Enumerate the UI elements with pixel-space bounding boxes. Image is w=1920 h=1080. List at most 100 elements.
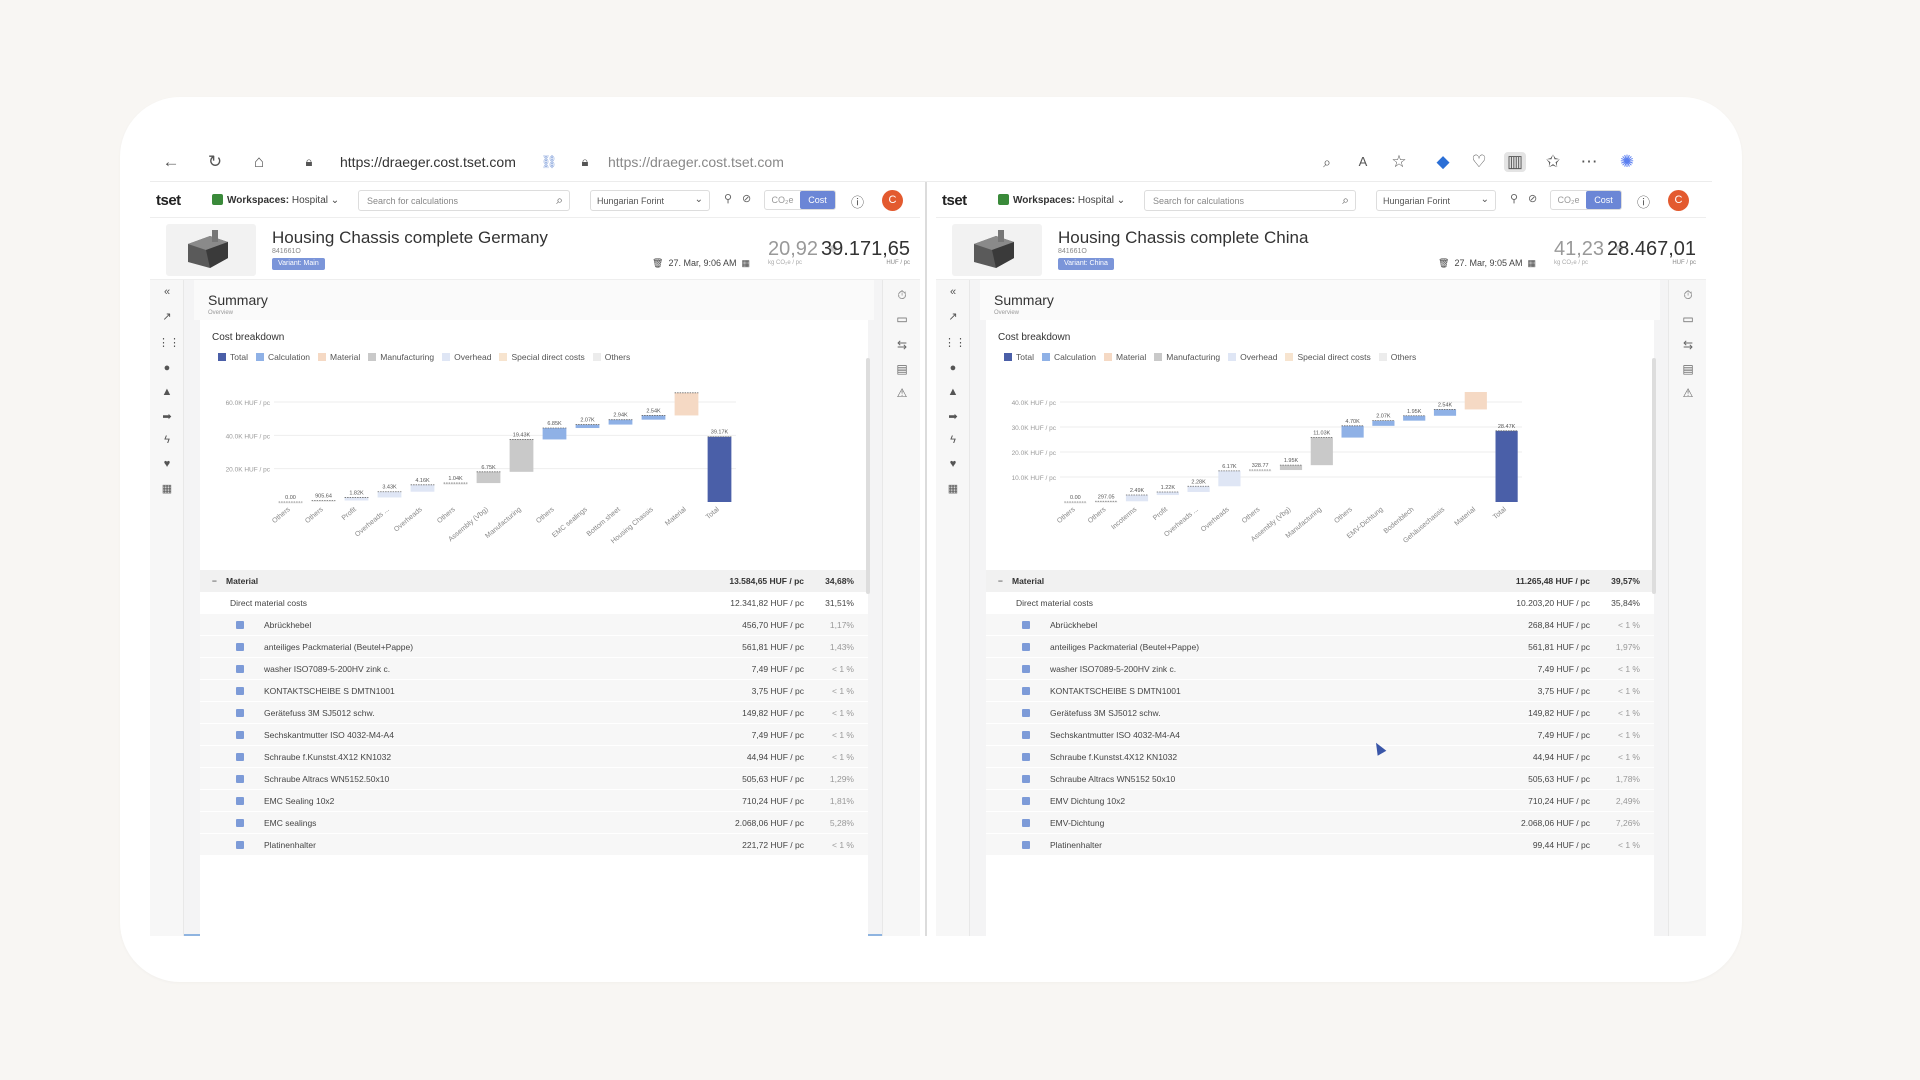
comment-icon[interactable]: ▭ xyxy=(1679,312,1697,326)
legend-item[interactable]: Special direct costs xyxy=(499,352,585,362)
flag-icon[interactable]: ⚲ xyxy=(724,192,732,205)
legend-item[interactable]: Overhead xyxy=(1228,352,1277,362)
legend-item[interactable]: Calculation xyxy=(1041,352,1096,362)
material-group-row[interactable]: − Material 13.584,65 HUF / pc 34,68% xyxy=(200,570,868,592)
legend-item[interactable]: Special direct costs xyxy=(1285,352,1371,362)
lightning-icon[interactable]: ϟ xyxy=(944,434,962,446)
address-bar-right[interactable]: https://draeger.cost.tset.com xyxy=(608,153,784,171)
collapse-toggle-icon[interactable]: − xyxy=(998,570,1003,592)
history-icon[interactable]: ⏱ xyxy=(1679,288,1697,303)
legend-item[interactable]: Total xyxy=(1004,352,1034,362)
grid-icon[interactable]: ⋮⋮ xyxy=(944,336,966,349)
document-icon[interactable]: ▤ xyxy=(1679,362,1697,376)
legend-item[interactable]: Overhead xyxy=(442,352,491,362)
help-icon[interactable]: ⓘ xyxy=(1637,192,1650,211)
material-item-row[interactable]: KONTAKTSCHEIBE S DMTN1001 3,75 HUF / pc < … xyxy=(200,680,868,702)
material-group-row[interactable]: − Material 11.265,48 HUF / pc 39,57% xyxy=(986,570,1654,592)
copilot-icon[interactable]: ✺ xyxy=(1616,152,1638,172)
direct-material-costs-row[interactable]: Direct material costs 12.341,82 HUF / pc 3… xyxy=(200,592,868,614)
warning-icon[interactable]: ⚠ xyxy=(1679,386,1697,400)
more-icon[interactable]: ⋯ xyxy=(1578,152,1600,172)
drop-icon[interactable]: ● xyxy=(158,362,176,374)
toggle-co2[interactable]: CO₂e xyxy=(1551,191,1586,209)
toggle-co2[interactable]: CO₂e xyxy=(765,191,800,209)
scrollbar[interactable] xyxy=(866,358,870,594)
legend-item[interactable]: Calculation xyxy=(255,352,310,362)
co2-cost-toggle[interactable]: CO₂e Cost xyxy=(1550,190,1622,210)
trend-icon[interactable]: ↗ xyxy=(944,310,962,323)
favorites-icon[interactable]: ✩ xyxy=(1542,152,1564,172)
material-item-row[interactable]: Sechskantmutter ISO 4032-M4-A4 7,49 HUF /… xyxy=(200,724,868,746)
app-logo[interactable]: tset xyxy=(156,192,181,209)
back-arrow-icon[interactable]: ← xyxy=(160,152,182,172)
search-icon[interactable]: ⌕ xyxy=(556,193,563,208)
material-item-row[interactable]: EMV Dichtung 10x2 710,24 HUF / pc 2,49% xyxy=(986,790,1654,812)
warning-icon[interactable]: ⚠ xyxy=(893,386,911,400)
material-item-row[interactable]: washer ISO7089-5-200HV zink c. 7,49 HUF /… xyxy=(200,658,868,680)
address-bar-left[interactable]: https://draeger.cost.tset.com xyxy=(340,153,516,171)
app-logo[interactable]: tset xyxy=(942,192,967,209)
scrollbar[interactable] xyxy=(1652,358,1656,594)
toggle-cost[interactable]: Cost xyxy=(1586,191,1621,209)
table-icon[interactable]: ▦ xyxy=(158,482,176,495)
swap-icon[interactable]: ⇆ xyxy=(893,338,911,352)
variant-badge[interactable]: Variant: China xyxy=(1058,258,1114,270)
currency-select[interactable]: Hungarian Forint ⌄ xyxy=(1376,190,1496,211)
lightning-icon[interactable]: ϟ xyxy=(158,434,176,446)
document-icon[interactable]: ▤ xyxy=(893,362,911,376)
triangle-icon[interactable]: ▲ xyxy=(158,386,176,398)
legend-item[interactable]: Total xyxy=(218,352,248,362)
split-screen-icon[interactable]: ▥ xyxy=(1504,152,1526,172)
material-item-row[interactable]: Schraube Altracs WN5152.50x10 505,63 HUF … xyxy=(200,768,868,790)
trash-icon[interactable]: 🗑︎ xyxy=(652,258,663,268)
triangle-icon[interactable]: ▲ xyxy=(944,386,962,398)
legend-item[interactable]: Material xyxy=(1104,352,1146,362)
drop-icon[interactable]: ● xyxy=(944,362,962,374)
flag-icon[interactable]: ⚲ xyxy=(1510,192,1518,205)
help-icon[interactable]: ⓘ xyxy=(851,192,864,211)
compare-icon[interactable]: ⊘ xyxy=(742,192,751,205)
material-item-row[interactable]: Sechskantmutter ISO 4032-M4-A4 7,49 HUF /… xyxy=(986,724,1654,746)
home-icon[interactable]: ⌂ xyxy=(248,152,270,172)
calendar-icon[interactable]: ▦ xyxy=(742,258,751,268)
co2-cost-toggle[interactable]: CO₂e Cost xyxy=(764,190,836,210)
material-item-row[interactable]: anteiliges Packmaterial (Beutel+Pappe) 56… xyxy=(200,636,868,658)
compare-icon[interactable]: ⊘ xyxy=(1528,192,1537,205)
direct-material-costs-row[interactable]: Direct material costs 10.203,20 HUF / pc 3… xyxy=(986,592,1654,614)
legend-item[interactable]: Manufacturing xyxy=(368,352,434,362)
search-input[interactable]: Search for calculations ⌕ xyxy=(1144,190,1356,211)
collapse-toggle-icon[interactable]: − xyxy=(212,570,217,592)
extension-icon[interactable]: ◆ xyxy=(1432,152,1454,172)
history-icon[interactable]: ⏱ xyxy=(893,288,911,303)
material-item-row[interactable]: KONTAKTSCHEIBE S DMTN1001 3,75 HUF / pc < … xyxy=(986,680,1654,702)
comment-icon[interactable]: ▭ xyxy=(893,312,911,326)
calendar-icon[interactable]: ▦ xyxy=(1528,258,1537,268)
heart-icon[interactable]: ♥ xyxy=(158,458,176,470)
heart-icon[interactable]: ♥ xyxy=(944,458,962,470)
material-item-row[interactable]: Gerätefuss 3M SJ5012 schw. 149,82 HUF / p… xyxy=(200,702,868,724)
workspace-selector[interactable]: Workspaces: Hospital ⌄ xyxy=(998,194,1125,206)
zoom-icon[interactable]: ⌕ xyxy=(1316,152,1338,172)
avatar[interactable]: C xyxy=(882,190,903,211)
material-item-row[interactable]: Abrückhebel 268,84 HUF / pc < 1 % xyxy=(986,614,1654,636)
material-item-row[interactable]: Platinenhalter 99,44 HUF / pc < 1 % xyxy=(986,834,1654,856)
material-item-row[interactable]: Schraube f.Kunstst.4X12 KN1032 44,94 HUF … xyxy=(200,746,868,768)
workspace-selector[interactable]: Workspaces: Hospital ⌄ xyxy=(212,194,339,206)
material-item-row[interactable]: EMV-Dichtung 2.068,06 HUF / pc 7,26% xyxy=(986,812,1654,834)
read-aloud-icon[interactable]: A xyxy=(1352,152,1374,172)
split-divider[interactable] xyxy=(925,182,927,936)
material-item-row[interactable]: Platinenhalter 221,72 HUF / pc < 1 % xyxy=(200,834,868,856)
material-item-row[interactable]: anteiliges Packmaterial (Beutel+Pappe) 56… xyxy=(986,636,1654,658)
material-item-row[interactable]: Abrückhebel 456,70 HUF / pc 1,17% xyxy=(200,614,868,636)
arrow-right-icon[interactable]: ➡ xyxy=(158,410,176,423)
legend-item[interactable]: Others xyxy=(1378,352,1416,362)
material-item-row[interactable]: Schraube f.Kunstst.4X12 KN1032 44,94 HUF … xyxy=(986,746,1654,768)
reload-icon[interactable]: ↻ xyxy=(204,152,226,172)
search-icon[interactable]: ⌕ xyxy=(1342,193,1349,208)
variant-badge[interactable]: Variant: Main xyxy=(272,258,325,270)
grid-icon[interactable]: ⋮⋮ xyxy=(158,336,180,349)
material-item-row[interactable]: EMC Sealing 10x2 710,24 HUF / pc 1,81% xyxy=(200,790,868,812)
material-item-row[interactable]: washer ISO7089-5-200HV zink c. 7,49 HUF /… xyxy=(986,658,1654,680)
avatar[interactable]: C xyxy=(1668,190,1689,211)
collapse-icon[interactable]: « xyxy=(944,286,962,298)
